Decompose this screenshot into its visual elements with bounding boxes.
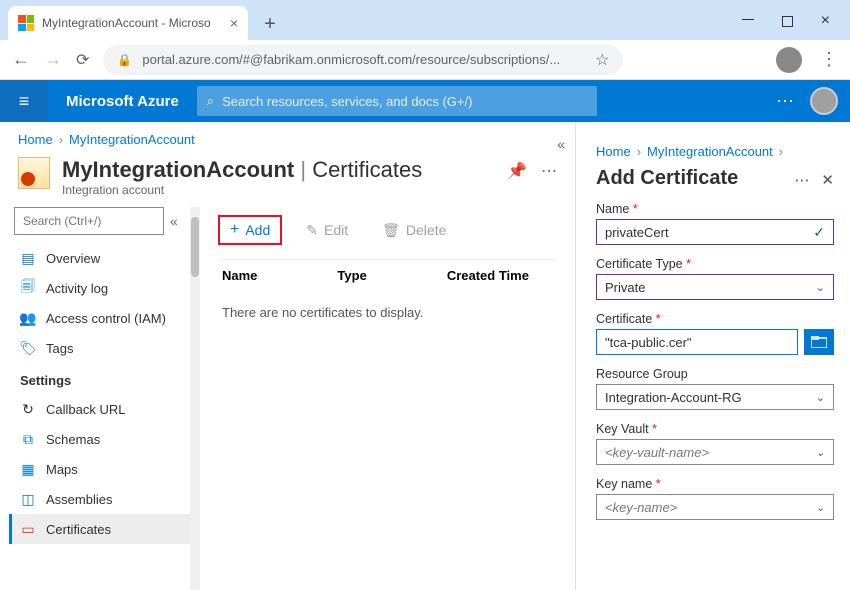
azure-brand: Microsoft Azure xyxy=(48,93,197,110)
chevron-down-icon: ⌄ xyxy=(816,446,825,459)
certificate-resource-icon xyxy=(18,157,50,189)
col-name: Name xyxy=(222,268,257,283)
panel-title: Add Certificate xyxy=(596,167,738,202)
page-subtitle: Integration account xyxy=(62,183,422,197)
sidebar-item-schemas[interactable]: ⧉Schemas xyxy=(12,424,200,454)
search-placeholder: Search resources, services, and docs (G+… xyxy=(222,94,472,109)
close-tab-icon[interactable]: × xyxy=(230,15,238,31)
header-more-icon[interactable]: ⋯ xyxy=(541,161,557,181)
panel-more-icon[interactable]: ⋯ xyxy=(794,171,809,189)
window-maximize-icon[interactable] xyxy=(782,16,793,27)
breadcrumb: Home › MyIntegrationAccount xyxy=(0,122,575,153)
delete-icon: 🗑 xyxy=(382,222,400,239)
folder-icon xyxy=(811,336,827,348)
maps-icon: ▦ xyxy=(20,461,36,477)
sidebar-item-maps[interactable]: ▦Maps xyxy=(12,454,200,484)
cert-type-select[interactable]: Private ⌄ xyxy=(596,274,834,300)
activity-log-icon: 🗐 xyxy=(20,280,36,296)
certificate-label: Certificate * xyxy=(596,312,834,326)
azure-top-bar: ≡ Microsoft Azure ⌕ Search resources, se… xyxy=(0,80,850,122)
chevron-right-icon: › xyxy=(779,144,783,159)
url-box[interactable]: 🔒 portal.azure.com/#@fabrikam.onmicrosof… xyxy=(103,45,623,75)
sidebar-item-iam[interactable]: 👥Access control (IAM) xyxy=(12,303,200,333)
edit-button[interactable]: ✎Edit xyxy=(296,218,358,243)
sidebar-item-assemblies[interactable]: ◫Assemblies xyxy=(12,484,200,514)
rg-label: Resource Group xyxy=(596,367,834,381)
sidebar-item-overview[interactable]: ▤Overview xyxy=(12,243,200,273)
breadcrumb-home[interactable]: Home xyxy=(18,132,53,147)
panel-breadcrumb: Home › MyIntegrationAccount › xyxy=(596,134,834,167)
tab-title: MyIntegrationAccount - Microso xyxy=(42,16,222,30)
breadcrumb-account[interactable]: MyIntegrationAccount xyxy=(69,132,195,147)
add-button[interactable]: +Add xyxy=(218,215,282,245)
portal-hamburger-icon[interactable]: ≡ xyxy=(0,80,48,122)
sidebar-scrollbar[interactable] xyxy=(190,207,200,590)
chevron-down-icon: ⌄ xyxy=(816,281,825,294)
sidebar-item-certificates[interactable]: ▭Certificates xyxy=(9,514,200,544)
sidebar-item-callback[interactable]: ↻Callback URL xyxy=(12,394,200,424)
chevron-down-icon: ⌄ xyxy=(816,391,825,404)
tags-icon: 🏷 xyxy=(20,340,36,356)
chevron-right-icon: › xyxy=(59,132,63,147)
browser-tab-bar: MyIntegrationAccount - Microso × + × xyxy=(0,0,850,40)
chevron-down-icon: ⌄ xyxy=(816,501,825,514)
window-close-icon[interactable]: × xyxy=(821,12,830,30)
resource-sidebar: « ▤Overview 🗐Activity log 👥Access contro… xyxy=(0,207,200,590)
sidebar-heading-settings: Settings xyxy=(12,363,200,394)
browser-profile-avatar[interactable] xyxy=(776,47,802,73)
url-text: portal.azure.com/#@fabrikam.onmicrosoft.… xyxy=(142,52,560,67)
page-title: MyIntegrationAccount | Certificates xyxy=(62,157,422,183)
panel-bc-home[interactable]: Home xyxy=(596,144,631,159)
col-type: Type xyxy=(337,268,366,283)
keyname-label: Key name * xyxy=(596,477,834,491)
sidebar-search-input[interactable] xyxy=(14,207,164,235)
sidebar-item-activity[interactable]: 🗐Activity log xyxy=(12,273,200,303)
browser-menu-icon[interactable]: ⋮ xyxy=(820,49,838,70)
azure-search-box[interactable]: ⌕ Search resources, services, and docs (… xyxy=(197,86,597,116)
browse-file-button[interactable] xyxy=(804,329,834,355)
search-icon: ⌕ xyxy=(207,93,214,109)
name-label: Name * xyxy=(596,202,834,216)
collapse-left-icon[interactable]: « xyxy=(557,136,565,152)
user-avatar[interactable] xyxy=(810,87,838,115)
edit-icon: ✎ xyxy=(306,222,318,239)
ms-favicon xyxy=(18,15,34,31)
table-header: Name Type Created Time xyxy=(218,259,557,291)
sidebar-item-tags[interactable]: 🏷Tags xyxy=(12,333,200,363)
keyvault-select[interactable]: <key-vault-name> ⌄ xyxy=(596,439,834,465)
keyvault-label: Key Vault * xyxy=(596,422,834,436)
portal-more-icon[interactable]: ⋯ xyxy=(776,91,796,112)
lock-icon: 🔒 xyxy=(117,53,132,67)
delete-button[interactable]: 🗑Delete xyxy=(372,218,456,243)
pin-icon[interactable]: 📌 xyxy=(507,161,527,181)
schemas-icon: ⧉ xyxy=(20,431,36,447)
reload-icon[interactable]: ⟳ xyxy=(76,50,89,70)
nav-forward-icon[interactable]: → xyxy=(44,49,62,70)
assemblies-icon: ◫ xyxy=(20,491,36,507)
cert-type-label: Certificate Type * xyxy=(596,257,834,271)
valid-check-icon: ✓ xyxy=(813,224,825,241)
callback-icon: ↻ xyxy=(20,401,36,417)
chevron-right-icon: › xyxy=(637,144,641,159)
bookmark-star-icon[interactable]: ☆ xyxy=(595,50,609,70)
add-certificate-panel: Home › MyIntegrationAccount › Add Certif… xyxy=(575,122,850,590)
keyname-select[interactable]: <key-name> ⌄ xyxy=(596,494,834,520)
name-input[interactable]: privateCert ✓ xyxy=(596,219,834,245)
certificate-file-input[interactable]: "tca-public.cer" xyxy=(596,329,798,355)
sidebar-collapse-icon[interactable]: « xyxy=(170,213,178,229)
panel-bc-account[interactable]: MyIntegrationAccount xyxy=(647,144,773,159)
nav-back-icon[interactable]: ← xyxy=(12,49,30,70)
browser-tab[interactable]: MyIntegrationAccount - Microso × xyxy=(8,6,248,40)
overview-icon: ▤ xyxy=(20,250,36,266)
plus-icon: + xyxy=(230,221,239,239)
iam-icon: 👥 xyxy=(20,310,36,326)
col-created: Created Time xyxy=(447,268,529,283)
table-empty-message: There are no certificates to display. xyxy=(218,291,557,334)
certificates-icon: ▭ xyxy=(20,521,36,537)
panel-close-icon[interactable]: ✕ xyxy=(821,171,834,189)
new-tab-button[interactable]: + xyxy=(256,12,284,40)
browser-address-bar: ← → ⟳ 🔒 portal.azure.com/#@fabrikam.onmi… xyxy=(0,40,850,80)
rg-select[interactable]: Integration-Account-RG ⌄ xyxy=(596,384,834,410)
window-minimize-icon[interactable] xyxy=(742,19,754,20)
